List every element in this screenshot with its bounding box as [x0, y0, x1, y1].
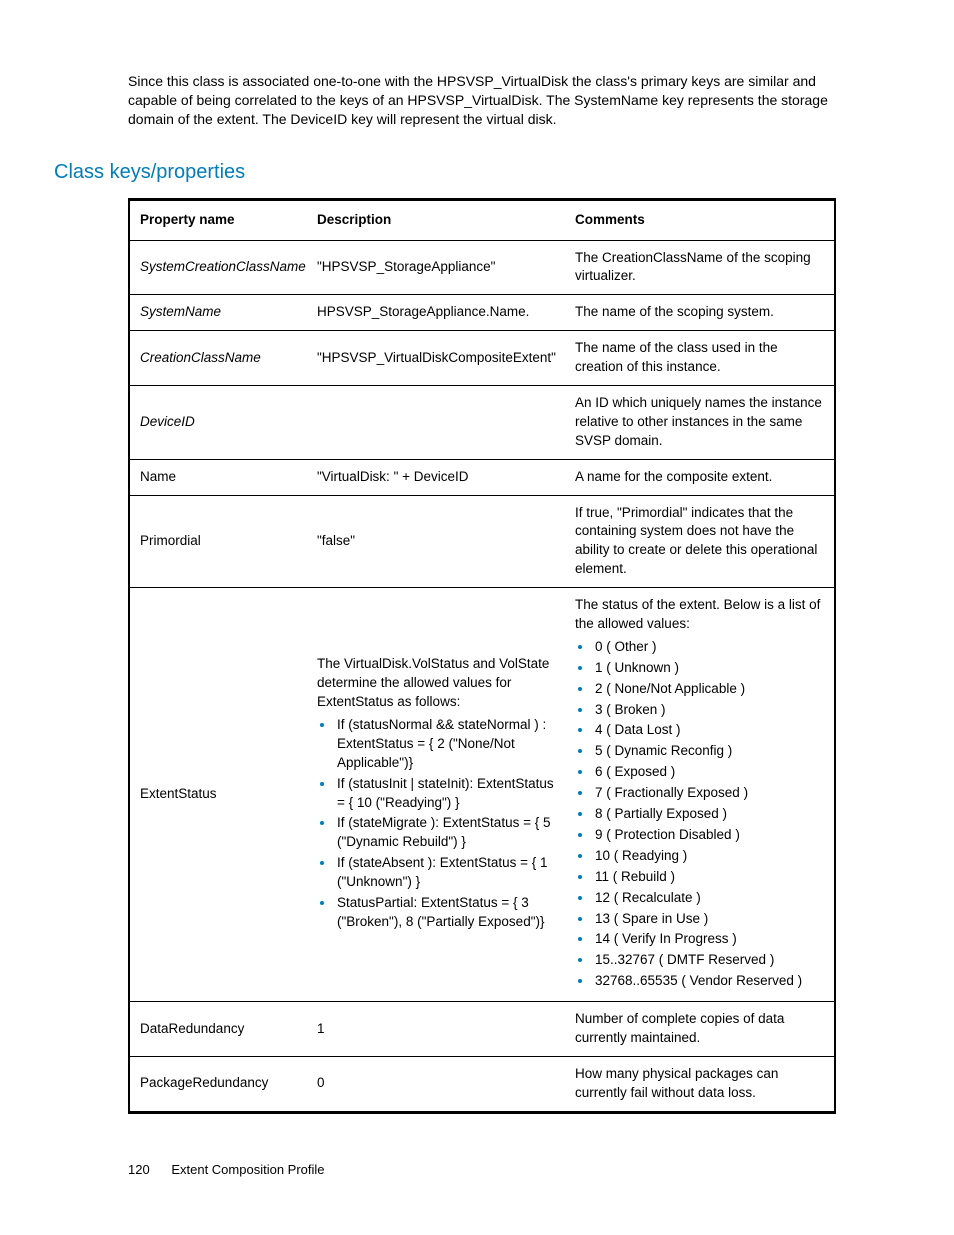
description-cell: "VirtualDisk: " + DeviceID — [307, 459, 565, 495]
list-item: 2 ( None/Not Applicable ) — [593, 680, 824, 699]
property-name-cell: DeviceID — [129, 386, 307, 460]
footer-title: Extent Composition Profile — [171, 1162, 324, 1177]
table-row: CreationClassName"HPSVSP_VirtualDiskComp… — [129, 331, 835, 386]
comments-cell: The name of the class used in the creati… — [565, 331, 835, 386]
table-row: SystemNameHPSVSP_StorageAppliance.Name.T… — [129, 295, 835, 331]
description-cell: "HPSVSP_VirtualDiskCompositeExtent" — [307, 331, 565, 386]
list-item: 11 ( Rebuild ) — [593, 868, 824, 887]
description-cell: HPSVSP_StorageAppliance.Name. — [307, 295, 565, 331]
section-heading: Class keys/properties — [54, 161, 836, 184]
comments-cell: How many physical packages can currently… — [565, 1056, 835, 1112]
description-cell: The VirtualDisk.VolStatus and VolState d… — [307, 588, 565, 1002]
list-item: 8 ( Partially Exposed ) — [593, 805, 824, 824]
properties-table: Property name Description Comments Syste… — [128, 198, 836, 1114]
description-cell: "false" — [307, 495, 565, 588]
list-item: 15..32767 ( DMTF Reserved ) — [593, 951, 824, 970]
table-row: ExtentStatusThe VirtualDisk.VolStatus an… — [129, 588, 835, 1002]
list-item: 12 ( Recalculate ) — [593, 889, 824, 908]
property-name-cell: ExtentStatus — [129, 588, 307, 1002]
table-header-row: Property name Description Comments — [129, 199, 835, 240]
list-item: If (statusInit | stateInit): ExtentStatu… — [335, 775, 555, 813]
col-property-name: Property name — [129, 199, 307, 240]
description-cell — [307, 386, 565, 460]
property-name-cell: DataRedundancy — [129, 1002, 307, 1057]
list-item: If (statusNormal && stateNormal ) : Exte… — [335, 716, 555, 773]
description-cell: 1 — [307, 1002, 565, 1057]
property-name-cell: CreationClassName — [129, 331, 307, 386]
list-item: 32768..65535 ( Vendor Reserved ) — [593, 972, 824, 991]
property-name-cell: PackageRedundancy — [129, 1056, 307, 1112]
comments-cell: If true, "Primordial" indicates that the… — [565, 495, 835, 588]
description-cell: 0 — [307, 1056, 565, 1112]
list-item: 14 ( Verify In Progress ) — [593, 930, 824, 949]
property-name-cell: SystemCreationClassName — [129, 240, 307, 295]
list-item: 5 ( Dynamic Reconfig ) — [593, 742, 824, 761]
list-item: 9 ( Protection Disabled ) — [593, 826, 824, 845]
list-item: 3 ( Broken ) — [593, 701, 824, 720]
comments-cell: The CreationClassName of the scoping vir… — [565, 240, 835, 295]
list-item: 6 ( Exposed ) — [593, 763, 824, 782]
comments-cell: Number of complete copies of data curren… — [565, 1002, 835, 1057]
list-item: 10 ( Readying ) — [593, 847, 824, 866]
list-item: 1 ( Unknown ) — [593, 659, 824, 678]
table-row: DeviceID An ID which uniquely names the i… — [129, 386, 835, 460]
list-item: 13 ( Spare in Use ) — [593, 910, 824, 929]
description-cell: "HPSVSP_StorageAppliance" — [307, 240, 565, 295]
comments-cell: The status of the extent. Below is a lis… — [565, 588, 835, 1002]
list-item: If (stateMigrate ): ExtentStatus = { 5 (… — [335, 814, 555, 852]
table-row: PackageRedundancy0How many physical pack… — [129, 1056, 835, 1112]
table-row: Primordial"false"If true, "Primordial" i… — [129, 495, 835, 588]
intro-paragraph: Since this class is associated one-to-on… — [128, 72, 836, 129]
list-item: 4 ( Data Lost ) — [593, 721, 824, 740]
list-item: StatusPartial: ExtentStatus = { 3 ("Brok… — [335, 894, 555, 932]
property-name-cell: Name — [129, 459, 307, 495]
property-name-cell: SystemName — [129, 295, 307, 331]
comments-cell: An ID which uniquely names the instance … — [565, 386, 835, 460]
list-item: 7 ( Fractionally Exposed ) — [593, 784, 824, 803]
list-item: 0 ( Other ) — [593, 638, 824, 657]
page-number: 120 — [128, 1162, 150, 1177]
page-footer: 120 Extent Composition Profile — [128, 1162, 325, 1177]
property-name-cell: Primordial — [129, 495, 307, 588]
comments-cell: A name for the composite extent. — [565, 459, 835, 495]
comments-cell: The name of the scoping system. — [565, 295, 835, 331]
table-row: DataRedundancy1Number of complete copies… — [129, 1002, 835, 1057]
table-row: SystemCreationClassName"HPSVSP_StorageAp… — [129, 240, 835, 295]
table-row: Name"VirtualDisk: " + DeviceIDA name for… — [129, 459, 835, 495]
list-item: If (stateAbsent ): ExtentStatus = { 1 ("… — [335, 854, 555, 892]
col-comments: Comments — [565, 199, 835, 240]
col-description: Description — [307, 199, 565, 240]
